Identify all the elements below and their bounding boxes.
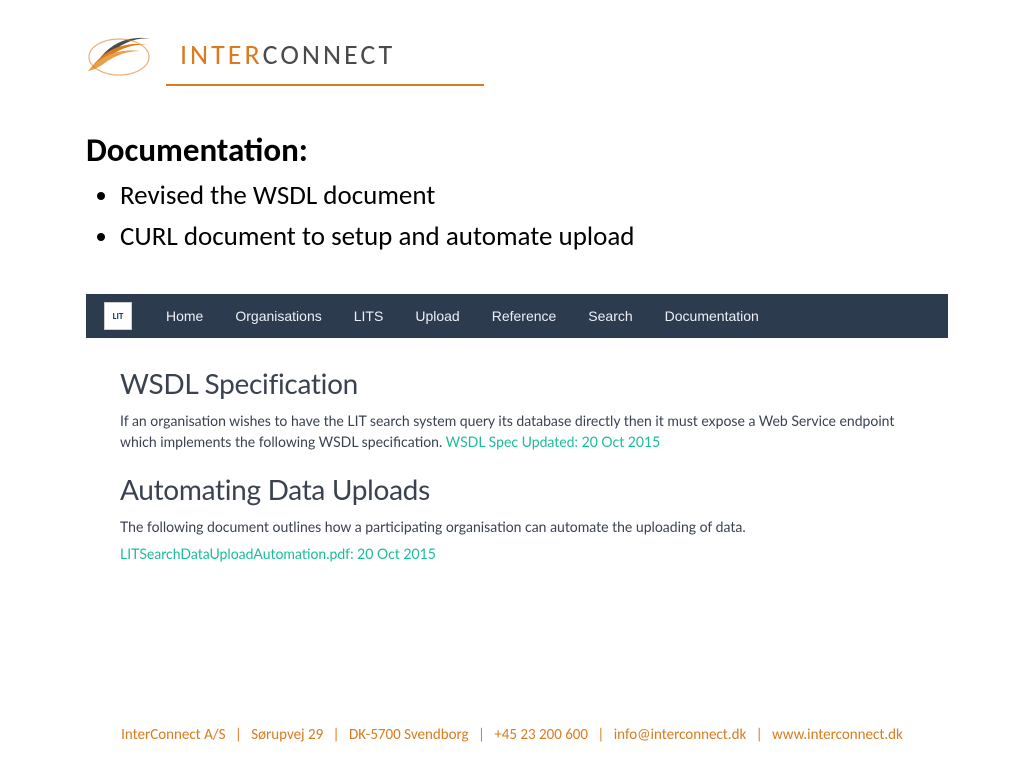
slide-title: Documentation:	[86, 130, 938, 170]
wsdl-body: If an organisation wishes to have the LI…	[120, 410, 914, 452]
footer-company: InterConnect A/S	[121, 726, 225, 744]
footer-street: Sørupvej 29	[251, 726, 323, 744]
logo-underline	[166, 84, 484, 86]
footer-web[interactable]: www.interconnect.dk	[772, 726, 903, 744]
nav-search[interactable]: Search	[572, 308, 648, 324]
nav-documentation[interactable]: Documentation	[649, 308, 775, 324]
separator-icon: |	[333, 726, 340, 744]
automation-body: The following document outlines how a pa…	[120, 516, 914, 537]
wsdl-link[interactable]: WSDL Spec Updated: 20 Oct 2015	[446, 433, 661, 450]
automation-heading: Automating Data Uploads	[120, 472, 914, 506]
footer-phone: +45 23 200 600	[494, 726, 588, 744]
footer-city: DK-5700 Svendborg	[349, 726, 469, 744]
wsdl-heading: WSDL Specification	[120, 366, 914, 400]
company-logo: INTERCONNECT	[84, 24, 484, 84]
automation-link[interactable]: LITSearchDataUploadAutomation.pdf: 20 Oc…	[120, 545, 436, 562]
bullet-item: CURL document to setup and automate uplo…	[120, 217, 938, 258]
nav-upload[interactable]: Upload	[399, 308, 475, 324]
separator-icon: |	[235, 726, 242, 744]
slide-content: Documentation: Revised the WSDL document…	[86, 130, 938, 257]
separator-icon: |	[756, 726, 763, 744]
nav-reference[interactable]: Reference	[476, 308, 573, 324]
bullet-item: Revised the WSDL document	[120, 176, 938, 217]
footer-email[interactable]: info@interconnect.dk	[614, 726, 747, 744]
nav-logo-icon[interactable]: LIT	[104, 302, 132, 330]
nav-home[interactable]: Home	[150, 308, 219, 324]
logo-text: INTERCONNECT	[180, 37, 395, 72]
separator-icon: |	[597, 726, 604, 744]
embed-content: WSDL Specification If an organisation wi…	[86, 338, 948, 580]
separator-icon: |	[478, 726, 485, 744]
logo-swirl-icon	[84, 27, 174, 81]
navbar: LIT Home Organisations LITS Upload Refer…	[86, 294, 948, 338]
embedded-screenshot: LIT Home Organisations LITS Upload Refer…	[86, 294, 948, 580]
nav-organisations[interactable]: Organisations	[219, 308, 337, 324]
nav-lits[interactable]: LITS	[338, 308, 400, 324]
slide-bullets: Revised the WSDL document CURL document …	[86, 176, 938, 257]
footer: InterConnect A/S | Sørupvej 29 | DK-5700…	[0, 726, 1024, 744]
